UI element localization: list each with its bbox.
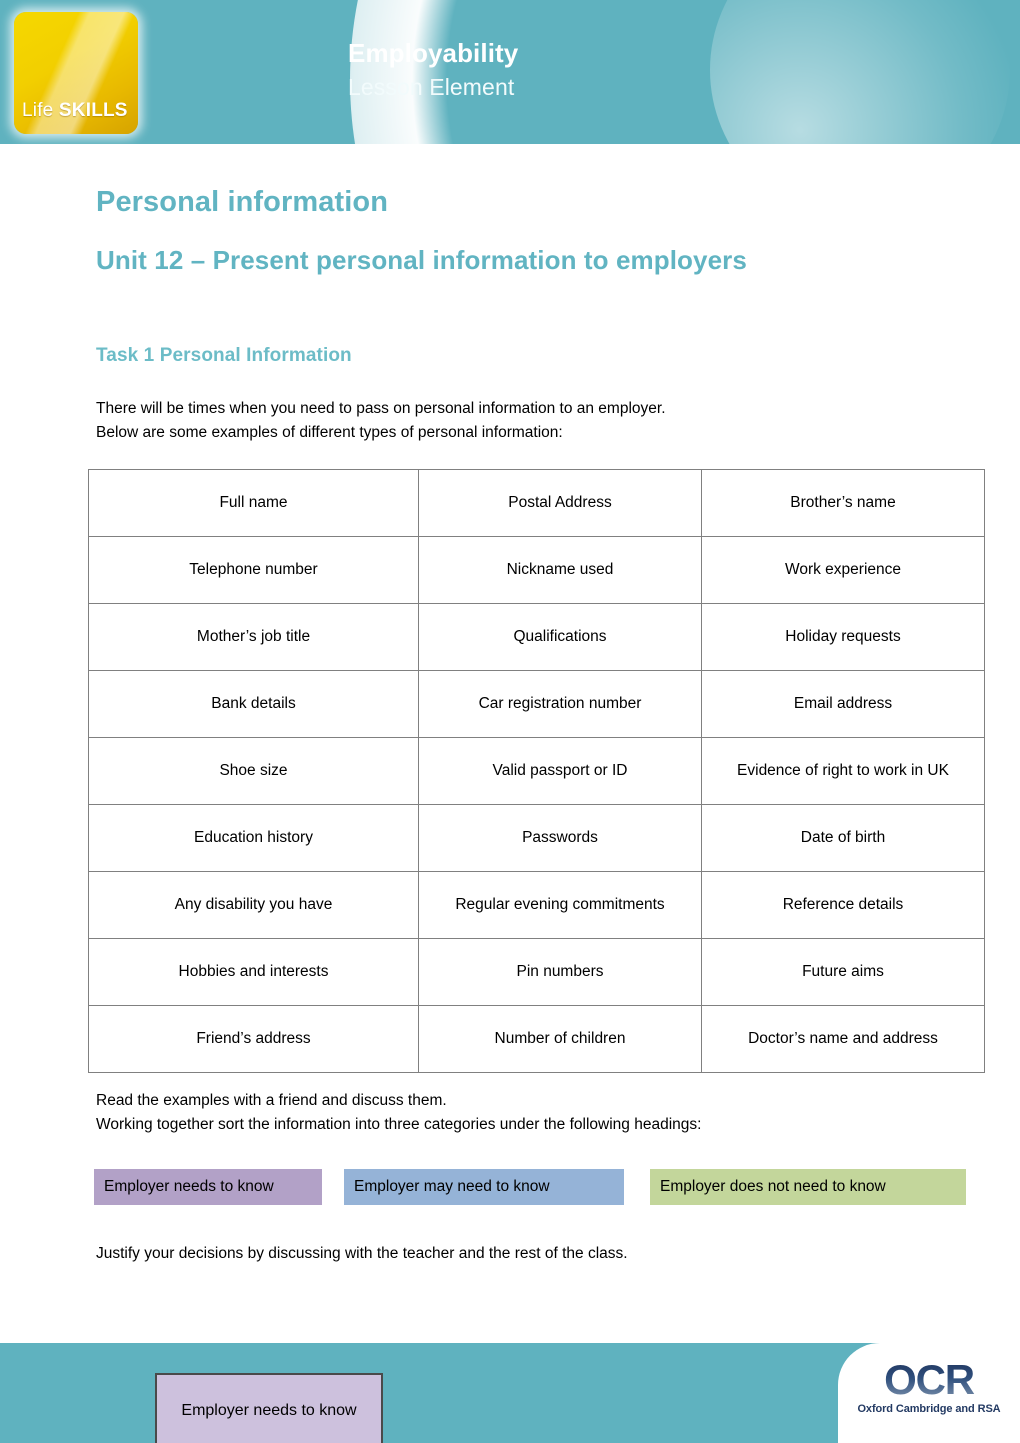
ocr-wordmark: OCR: [848, 1359, 1010, 1401]
table-cell: Postal Address: [418, 469, 702, 537]
table-cell: Bank details: [88, 670, 419, 738]
category-box-needs-to-know[interactable]: Employer needs to know: [94, 1169, 322, 1205]
table-cell: Future aims: [701, 938, 985, 1006]
intro-paragraph: There will be times when you need to pas…: [96, 397, 926, 444]
table-row: Bank details Car registration number Ema…: [88, 670, 985, 738]
header-title: Employability: [348, 38, 519, 68]
table-cell: Car registration number: [418, 670, 702, 738]
table-cell: Work experience: [701, 536, 985, 604]
footer-chip-label: Employer needs to know: [181, 1401, 357, 1419]
unit-heading: Unit 12 – Present personal information t…: [96, 245, 747, 275]
table-row: Hobbies and interests Pin numbers Future…: [88, 938, 985, 1006]
header-highlight-decoration: [710, 0, 1010, 144]
table-cell: Valid passport or ID: [418, 737, 702, 805]
ocr-logo: OCR Oxford Cambridge and RSA: [848, 1359, 1010, 1416]
life-skills-logo: Life SKILLS: [14, 12, 138, 134]
table-row: Education history Passwords Date of birt…: [88, 804, 985, 872]
table-row: Shoe size Valid passport or ID Evidence …: [88, 737, 985, 805]
table-cell: Evidence of right to work in UK: [701, 737, 985, 805]
table-cell: Brother’s name: [701, 469, 985, 537]
table-cell: Regular evening commitments: [418, 871, 702, 939]
table-cell: Pin numbers: [418, 938, 702, 1006]
table-body: Full name Postal Address Brother’s name …: [88, 469, 985, 1073]
page-footer-banner: Employer needs to know OCR Oxford Cambri…: [0, 1343, 1020, 1443]
table-cell: Telephone number: [88, 536, 419, 604]
footer-category-chip[interactable]: Employer needs to know: [155, 1373, 383, 1443]
table-cell: Doctor’s name and address: [701, 1005, 985, 1073]
table-cell: Full name: [88, 469, 419, 537]
intro-line-2: Below are some examples of different typ…: [96, 423, 563, 441]
table-row: Full name Postal Address Brother’s name: [88, 469, 985, 537]
logo-life-word: Life: [22, 100, 59, 121]
category-box-does-not-need-to-know[interactable]: Employer does not need to know: [650, 1169, 966, 1205]
instructions-line-1: Read the examples with a friend and disc…: [96, 1092, 447, 1109]
table-cell: Nickname used: [418, 536, 702, 604]
table-row: Telephone number Nickname used Work expe…: [88, 536, 985, 604]
table-cell: Qualifications: [418, 603, 702, 671]
category-box-may-need-to-know[interactable]: Employer may need to know: [344, 1169, 624, 1205]
instructions-line-2: Working together sort the information in…: [96, 1115, 702, 1133]
table-row: Mother’s job title Qualifications Holida…: [88, 603, 985, 671]
table-cell: Hobbies and interests: [88, 938, 419, 1006]
life-skills-logo-text: Life SKILLS: [22, 100, 128, 122]
table-cell: Shoe size: [88, 737, 419, 805]
task-heading: Task 1 Personal Information: [96, 345, 352, 366]
ocr-strapline: Oxford Cambridge and RSA: [857, 1403, 1001, 1415]
justify-paragraph: Justify your decisions by discussing wit…: [96, 1245, 628, 1262]
category-heading-row: Employer needs to know Employer may need…: [0, 1169, 1020, 1205]
category-label: Employer needs to know: [104, 1178, 274, 1195]
table-cell: Any disability you have: [88, 871, 419, 939]
page-header-banner: Life SKILLS Employability Lesson Element: [0, 0, 1020, 144]
instructions-paragraph: Read the examples with a friend and disc…: [96, 1089, 946, 1136]
page-title: Personal information: [96, 186, 389, 218]
category-label: Employer does not need to know: [660, 1178, 886, 1195]
logo-skills-word: SKILLS: [58, 100, 128, 121]
header-swoosh-decoration: [350, 0, 1020, 144]
header-subtitle: Lesson Element: [348, 74, 515, 100]
table-cell: Holiday requests: [701, 603, 985, 671]
table-cell: Email address: [701, 670, 985, 738]
personal-information-table: Full name Postal Address Brother’s name …: [88, 469, 985, 1073]
table-cell: Reference details: [701, 871, 985, 939]
table-cell: Number of children: [418, 1005, 702, 1073]
intro-line-1: There will be times when you need to pas…: [96, 400, 666, 417]
table-cell: Date of birth: [701, 804, 985, 872]
table-row: Any disability you have Regular evening …: [88, 871, 985, 939]
table-cell: Mother’s job title: [88, 603, 419, 671]
table-cell: Passwords: [418, 804, 702, 872]
category-label: Employer may need to know: [354, 1178, 550, 1195]
table-cell: Friend’s address: [88, 1005, 419, 1073]
table-cell: Education history: [88, 804, 419, 872]
table-row: Friend’s address Number of children Doct…: [88, 1005, 985, 1073]
